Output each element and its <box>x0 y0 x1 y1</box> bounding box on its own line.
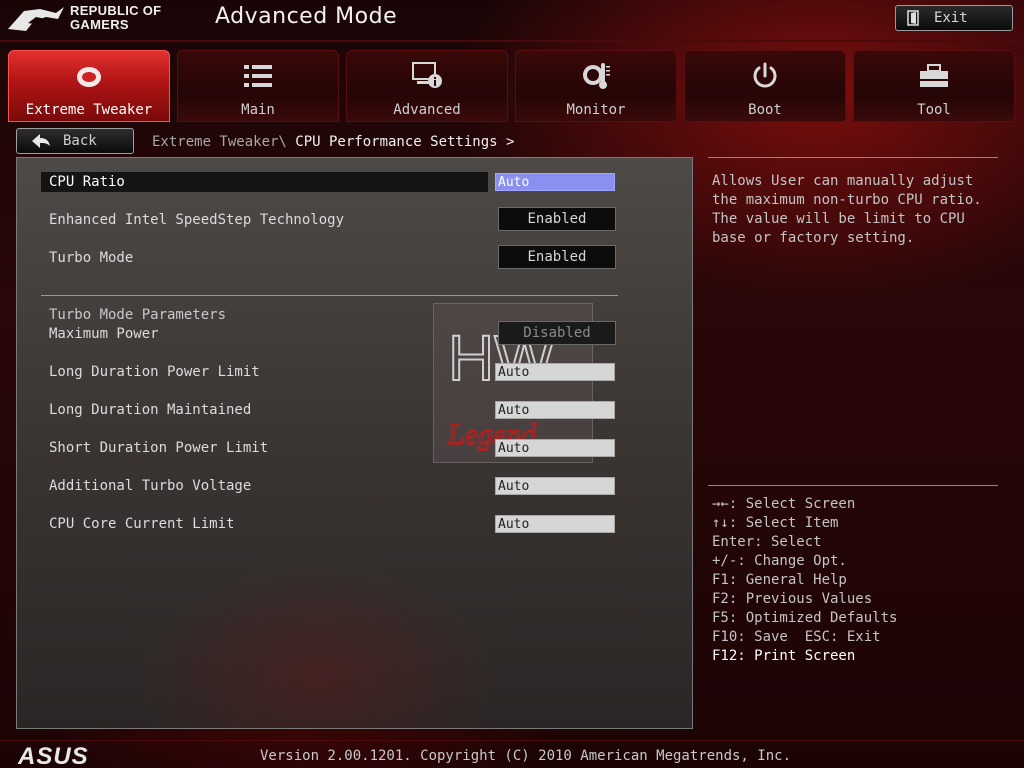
setting-label: Long Duration Maintained <box>49 402 252 418</box>
key-hint: ↑↓: Select Item <box>712 515 839 531</box>
footer-divider <box>0 740 1024 741</box>
turbo-voltage-input[interactable]: Auto <box>495 477 615 495</box>
back-label: Back <box>63 133 97 149</box>
setting-row-cpu-ratio[interactable]: CPU Ratio Auto <box>41 172 615 192</box>
header-divider <box>0 40 1024 42</box>
long-maintained-input[interactable]: Auto <box>495 401 615 419</box>
help-description: Allows User can manually adjust the maxi… <box>712 173 982 246</box>
toolbox-icon <box>918 61 950 91</box>
key-hint-print-screen: F12: Print Screen <box>712 648 856 664</box>
setting-label: Enhanced Intel SpeedStep Technology <box>49 212 345 228</box>
tab-label: Tool <box>917 102 951 118</box>
tab-main[interactable]: Main <box>177 50 339 122</box>
help-divider-top <box>708 157 998 158</box>
setting-row-long-power[interactable]: Long Duration Power Limit Auto <box>41 362 615 382</box>
page-title: Advanced Mode <box>215 4 398 29</box>
setting-label: CPU Core Current Limit <box>49 516 235 532</box>
exit-label: Exit <box>934 10 968 26</box>
cpu-ratio-input[interactable]: Auto <box>495 173 615 191</box>
key-hint: F5: Optimized Defaults <box>712 610 898 626</box>
tab-label: Boot <box>748 102 782 118</box>
setting-row-turbo-voltage[interactable]: Additional Turbo Voltage Auto <box>41 476 615 496</box>
key-hint: F1: General Help <box>712 572 847 588</box>
max-power-select: Disabled <box>498 321 616 345</box>
setting-label: Long Duration Power Limit <box>49 364 260 380</box>
brand-line-2: GAMERS <box>70 17 129 32</box>
short-power-input[interactable]: Auto <box>495 439 615 457</box>
key-hint: +/-: Change Opt. <box>712 553 847 569</box>
core-current-input[interactable]: Auto <box>495 515 615 533</box>
main-tabs: Extreme Tweaker Main Advanced Monitor Bo… <box>8 50 1016 122</box>
tab-label: Main <box>241 102 275 118</box>
thermometer-icon <box>580 61 612 91</box>
key-hint: F2: Previous Values <box>712 591 873 607</box>
tab-tool[interactable]: Tool <box>853 50 1015 122</box>
turbo-mode-select[interactable]: Enabled <box>498 245 616 269</box>
exit-icon <box>907 10 919 26</box>
section-divider <box>41 295 618 296</box>
long-power-input[interactable]: Auto <box>495 363 615 381</box>
asus-logo: ASUS <box>18 743 89 768</box>
setting-row-short-power[interactable]: Short Duration Power Limit Auto <box>41 438 615 458</box>
key-hint: F10: Save ESC: Exit <box>712 629 881 645</box>
setting-label: Turbo Mode <box>49 250 134 266</box>
setting-label: Maximum Power <box>49 326 159 342</box>
brand-text: REPUBLIC OF GAMERS <box>70 4 161 32</box>
setting-label: Additional Turbo Voltage <box>49 478 252 494</box>
tab-label: Extreme Tweaker <box>25 102 153 118</box>
settings-panel: HW Legend CPU Ratio Auto Enhanced Intel … <box>16 157 693 729</box>
tab-monitor[interactable]: Monitor <box>515 50 677 122</box>
back-arrow-icon <box>32 134 50 148</box>
tab-advanced[interactable]: Advanced <box>346 50 508 122</box>
setting-row-core-current[interactable]: CPU Core Current Limit Auto <box>41 514 615 534</box>
setting-row-long-maintained[interactable]: Long Duration Maintained Auto <box>41 400 615 420</box>
advanced-icon <box>411 61 443 91</box>
section-title: Turbo Mode Parameters <box>49 307 227 323</box>
setting-label: CPU Ratio <box>49 174 125 190</box>
speedstep-select[interactable]: Enabled <box>498 207 616 231</box>
list-icon <box>242 61 274 91</box>
exit-button[interactable]: Exit <box>895 5 1013 31</box>
setting-row-speedstep[interactable]: Enhanced Intel SpeedStep Technology Enab… <box>41 207 616 231</box>
help-divider-bottom <box>708 485 998 486</box>
tab-label: Monitor <box>566 102 626 118</box>
breadcrumb-current: CPU Performance Settings > <box>286 134 515 150</box>
setting-row-max-power: Maximum Power Disabled <box>41 321 616 345</box>
header: REPUBLIC OF GAMERS Advanced Mode Exit <box>0 0 1024 40</box>
breadcrumb-parent[interactable]: Extreme Tweaker\ <box>152 134 287 150</box>
version-text: Version 2.00.1201. Copyright (C) 2010 Am… <box>260 748 792 764</box>
tweaker-icon <box>73 61 105 91</box>
key-legend: →←: Select Screen ↑↓: Select Item Enter:… <box>712 495 897 666</box>
tab-extreme-tweaker[interactable]: Extreme Tweaker <box>8 50 170 122</box>
tab-boot[interactable]: Boot <box>684 50 846 122</box>
brand-line-1: REPUBLIC OF <box>70 3 162 18</box>
key-hint: Enter: Select <box>712 534 822 550</box>
breadcrumb: Extreme Tweaker\ CPU Performance Setting… <box>152 134 514 150</box>
setting-row-turbo-mode[interactable]: Turbo Mode Enabled <box>41 245 616 269</box>
setting-label: Short Duration Power Limit <box>49 440 269 456</box>
back-button[interactable]: Back <box>16 128 134 154</box>
power-icon <box>749 61 781 91</box>
tab-label: Advanced <box>393 102 461 118</box>
rog-logo-icon <box>8 7 64 31</box>
key-hint: →←: Select Screen <box>712 496 856 512</box>
